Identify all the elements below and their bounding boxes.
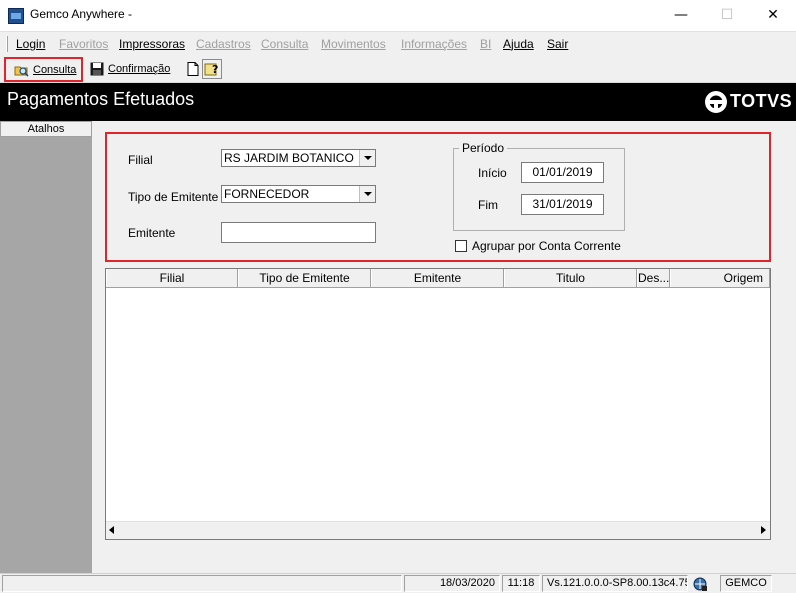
menu-sair[interactable]: Sair — [547, 37, 568, 51]
page-title: Pagamentos Efetuados — [7, 89, 195, 109]
status-message-cell — [2, 575, 402, 592]
fim-input[interactable]: 31/01/2019 — [521, 194, 604, 215]
save-icon — [89, 61, 105, 77]
menu-ajuda[interactable]: Ajuda — [503, 37, 534, 51]
confirmacao-label: Confirmação — [108, 63, 171, 75]
status-version: Vs.121.0.0.0-SP8.00.13c4.75 — [542, 575, 688, 592]
menu-bar: Login Favoritos Impressoras Cadastros Co… — [0, 31, 796, 56]
connection-icon — [693, 577, 707, 591]
menu-informacoes[interactable]: Informações — [401, 37, 467, 51]
grid-header: Filial Tipo de Emitente Emitente Titulo … — [106, 269, 770, 288]
atalhos-tab[interactable]: Atalhos — [0, 121, 92, 137]
horizontal-scrollbar[interactable] — [106, 521, 770, 539]
minimize-button[interactable]: — — [658, 0, 704, 30]
agrupar-label: Agrupar por Conta Corrente — [472, 239, 621, 253]
menu-cadastros[interactable]: Cadastros — [196, 37, 251, 51]
window-title: Gemco Anywhere - — [30, 7, 133, 21]
inicio-label: Início — [478, 166, 507, 180]
consulta-label: Consulta — [33, 63, 77, 76]
column-header-des[interactable]: Des... — [637, 269, 670, 287]
menu-bi[interactable]: BI — [480, 37, 491, 51]
sidebar — [0, 121, 92, 573]
toolbar: Consulta Confirmação ? — [0, 56, 796, 83]
totvs-brand: TOTVS — [730, 91, 793, 111]
column-header-emitente[interactable]: Emitente — [371, 269, 504, 287]
scroll-thumb[interactable] — [124, 523, 752, 539]
status-date: 18/03/2020 — [404, 575, 500, 592]
confirmacao-button[interactable]: Confirmação — [89, 58, 170, 80]
help-icon: ? — [204, 61, 220, 77]
filial-value: RS JARDIM BOTANICO — [224, 151, 354, 165]
tipo-emitente-value: FORNECEDOR — [224, 187, 310, 201]
filial-select[interactable]: RS JARDIM BOTANICO — [221, 149, 376, 167]
column-header-titulo[interactable]: Titulo — [504, 269, 637, 287]
help-button[interactable]: ? — [202, 59, 222, 79]
menu-grip — [6, 36, 8, 52]
new-document-icon — [185, 61, 201, 77]
consulta-button[interactable]: Consulta — [4, 57, 83, 82]
column-header-origem[interactable]: Origem — [670, 269, 770, 287]
filial-label: Filial — [128, 153, 153, 167]
menu-login[interactable]: Login — [16, 37, 45, 51]
close-button[interactable]: ✕ — [750, 0, 796, 30]
header-banner: Pagamentos Efetuados — [0, 83, 796, 121]
column-header-tipo-emitente[interactable]: Tipo de Emitente — [238, 269, 371, 287]
periodo-group — [453, 148, 625, 231]
scroll-right-icon[interactable] — [761, 526, 766, 534]
menu-favoritos[interactable]: Favoritos — [59, 37, 108, 51]
menu-impressoras[interactable]: Impressoras — [119, 37, 185, 51]
svg-text:?: ? — [212, 63, 218, 76]
periodo-label: Período — [459, 141, 508, 155]
fim-label: Fim — [478, 198, 498, 212]
column-header-filial[interactable]: Filial — [106, 269, 238, 287]
tipo-emitente-label: Tipo de Emitente — [128, 190, 219, 204]
emitente-label: Emitente — [128, 226, 176, 240]
title-bar: Gemco Anywhere - — ☐ ✕ — [0, 0, 796, 31]
totvs-logo-icon — [705, 91, 727, 113]
tipo-emitente-select[interactable]: FORNECEDOR — [221, 185, 376, 203]
maximize-button[interactable]: ☐ — [704, 0, 750, 30]
agrupar-checkbox[interactable] — [455, 240, 467, 252]
inicio-input[interactable]: 01/01/2019 — [521, 162, 604, 183]
chevron-down-icon[interactable] — [359, 150, 375, 166]
status-time: 11:18 — [502, 575, 540, 592]
menu-movimentos[interactable]: Movimentos — [321, 37, 386, 51]
emitente-input[interactable] — [221, 222, 376, 243]
chevron-down-icon[interactable] — [359, 186, 375, 202]
status-system: GEMCO — [720, 575, 772, 592]
app-icon — [8, 8, 24, 24]
scroll-left-icon[interactable] — [109, 526, 114, 534]
folder-search-icon — [14, 62, 30, 78]
results-grid[interactable] — [105, 268, 771, 540]
menu-consulta[interactable]: Consulta — [261, 37, 308, 51]
